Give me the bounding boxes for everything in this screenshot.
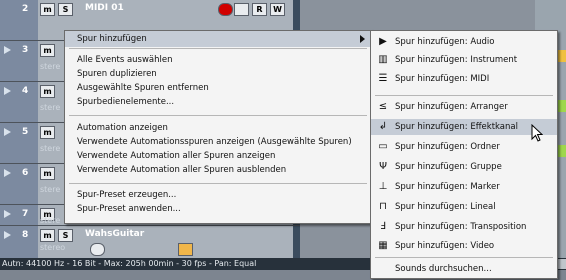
track-subtitle: stere	[40, 62, 61, 71]
submenu-item-ordner[interactable]: ▭ Spur hinzufügen: Ordner	[371, 139, 557, 155]
arranger-track-icon: ≤	[378, 101, 388, 112]
mouse-pointer-icon	[531, 124, 543, 142]
menu-item-spurbedienelemente[interactable]: Spurbedienelemente...	[65, 94, 371, 110]
edit-instrument-icon[interactable]	[90, 243, 105, 256]
track-number-strip	[0, 0, 38, 40]
submenu-item-video[interactable]: ▦ Spur hinzufügen: Video	[371, 238, 557, 254]
transpose-track-icon: Ⅎ	[380, 221, 386, 232]
menu-separator	[375, 257, 553, 258]
track-subtitle: stereo	[40, 243, 66, 252]
record-enable-button[interactable]	[218, 3, 233, 16]
instrument-track-icon: ▥	[378, 54, 388, 65]
menu-item-automation-aller-ausblenden[interactable]: Verwendete Automation aller Spuren ausbl…	[65, 162, 371, 178]
submenu-item-effektkanal[interactable]: ↲ Spur hinzufügen: Effektkanal	[371, 119, 557, 135]
submenu-item-lineal[interactable]: ⊓ Spur hinzufügen: Lineal	[371, 199, 557, 215]
submenu-item-marker[interactable]: ⊥ Spur hinzufügen: Marker	[371, 179, 557, 195]
expand-triangle-icon[interactable]	[4, 87, 11, 95]
fader-icon[interactable]	[178, 243, 193, 256]
menu-item-preset-anwenden[interactable]: Spur-Preset anwenden...	[65, 201, 371, 217]
track-subtitle: stere	[40, 216, 61, 225]
track-name[interactable]: MIDI 01	[85, 3, 124, 13]
track-number: 2	[22, 4, 29, 14]
folder-track-icon: ▭	[378, 141, 388, 152]
track-color-strip	[293, 226, 300, 258]
submenu-item-arranger[interactable]: ≤ Spur hinzufügen: Arranger	[371, 99, 557, 115]
track-number: 4	[22, 86, 29, 96]
solo-button[interactable]: S	[58, 229, 73, 242]
read-button[interactable]: R	[252, 3, 267, 16]
track-name[interactable]: WahsGuitar	[85, 229, 144, 239]
midi-track-icon: ☰	[378, 73, 388, 84]
mute-button[interactable]: m	[40, 85, 55, 98]
monitor-button[interactable]	[234, 3, 249, 16]
group-track-icon: Ψ	[379, 161, 387, 172]
expand-triangle-icon[interactable]	[4, 210, 11, 218]
audio-track-icon: ▶	[379, 36, 387, 47]
menu-separator	[69, 115, 367, 116]
track-number: 5	[22, 127, 29, 137]
submenu-item-audio[interactable]: ▶ Spur hinzufügen: Audio	[371, 34, 557, 50]
track-number: 8	[22, 230, 29, 240]
submenu-item-gruppe[interactable]: Ψ Spur hinzufügen: Gruppe	[371, 159, 557, 175]
expand-triangle-icon[interactable]	[4, 46, 11, 54]
submenu-arrow-icon	[360, 35, 365, 43]
track-subtitle: stere	[40, 103, 61, 112]
submenu-item-instrument[interactable]: ▥ Spur hinzufügen: Instrument	[371, 52, 557, 68]
menu-separator	[375, 95, 553, 96]
track-number: 7	[22, 209, 29, 219]
ruler-track-icon: ⊓	[379, 201, 387, 212]
track-number: 6	[22, 168, 29, 178]
track-row[interactable]: 8 m S WahsGuitar stereo	[0, 226, 300, 259]
expand-triangle-icon[interactable]	[4, 169, 11, 177]
context-menu: Spur hinzufügen Alle Events auswählen Sp…	[64, 30, 372, 224]
submenu-item-transposition[interactable]: Ⅎ Spur hinzufügen: Transposition	[371, 219, 557, 235]
menu-item-spur-hinzufuegen[interactable]: Spur hinzufügen	[65, 31, 371, 47]
mute-button[interactable]: m	[40, 3, 55, 16]
expand-triangle-icon[interactable]	[4, 128, 11, 136]
write-button[interactable]: W	[270, 3, 285, 16]
fx-channel-icon: ↲	[378, 121, 388, 132]
track-subtitle: stere	[40, 185, 61, 194]
mute-button[interactable]: m	[40, 167, 55, 180]
expand-triangle-icon[interactable]	[4, 231, 11, 239]
track-number: 3	[22, 45, 29, 55]
track-subtitle: stere	[40, 144, 61, 153]
submenu-spur-hinzufuegen: ▶ Spur hinzufügen: Audio ▥ Spur hinzufüg…	[370, 30, 558, 279]
status-text: Autn: 44100 Hz - 16 Bit - Max: 205h 00mi…	[2, 259, 257, 268]
menu-separator	[69, 48, 367, 49]
marker-track-icon: ⊥	[378, 181, 388, 192]
mute-button[interactable]: m	[40, 229, 55, 242]
submenu-item-sounds-durchsuchen[interactable]: Sounds durchsuchen...	[371, 261, 557, 277]
video-track-icon: ▦	[378, 240, 388, 251]
menu-separator	[69, 183, 367, 184]
submenu-item-midi[interactable]: ☰ Spur hinzufügen: MIDI	[371, 71, 557, 87]
solo-button[interactable]: S	[58, 3, 73, 16]
mute-button[interactable]: m	[40, 126, 55, 139]
mute-button[interactable]: m	[40, 44, 55, 57]
